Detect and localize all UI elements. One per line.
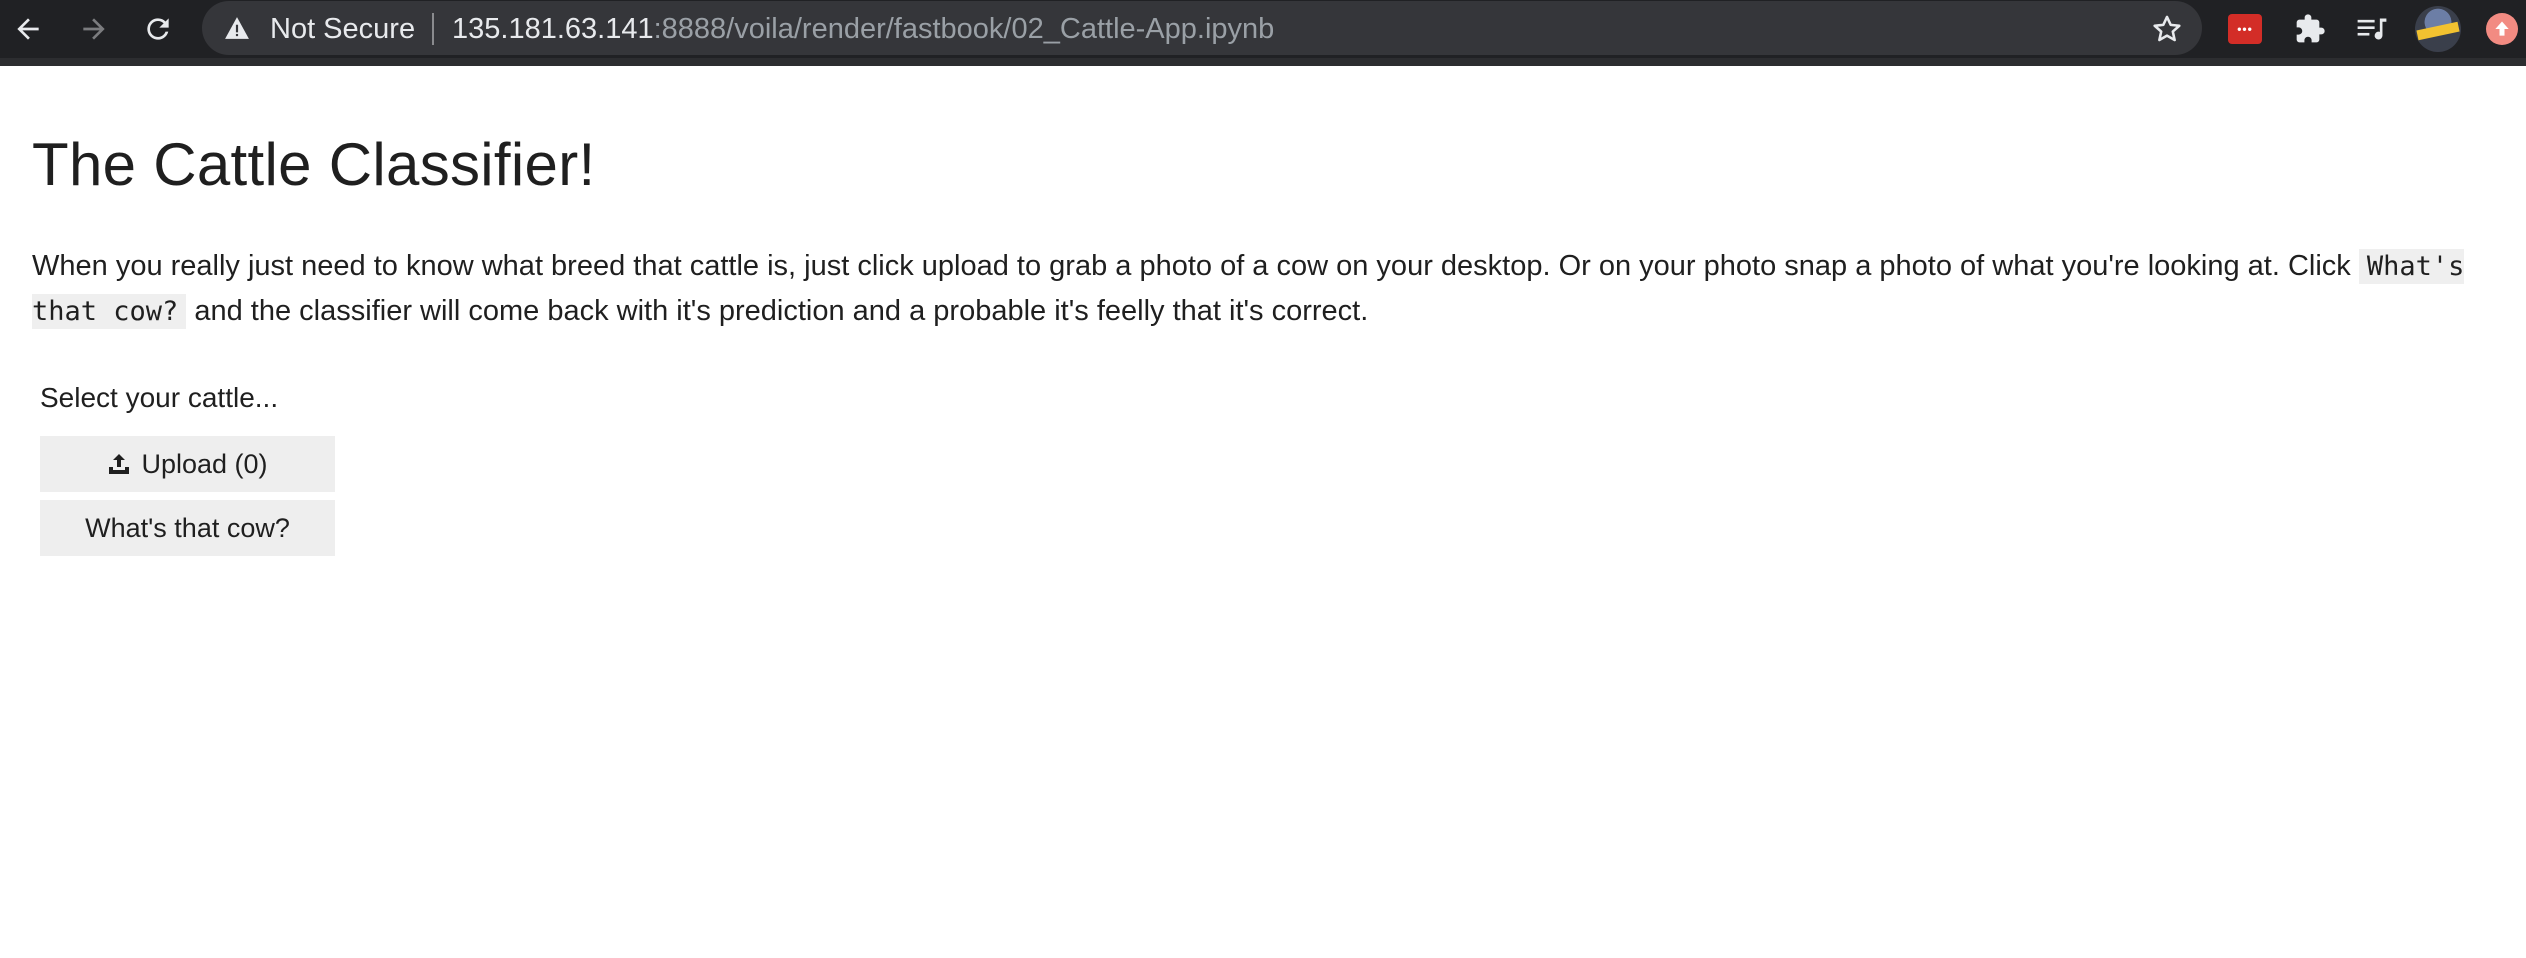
whats-that-cow-label: What's that cow? xyxy=(85,512,290,543)
media-queue-button[interactable] xyxy=(2354,11,2390,47)
address-bar[interactable]: Not Secure 135.181.63.141:8888/voila/ren… xyxy=(202,1,2202,55)
back-button[interactable] xyxy=(8,9,48,49)
extensions-button[interactable] xyxy=(2292,11,2328,47)
avatar[interactable] xyxy=(2415,6,2461,52)
warning-triangle-icon xyxy=(225,17,249,39)
upload-icon xyxy=(107,452,131,476)
whats-that-cow-button[interactable]: What's that cow? xyxy=(40,500,335,556)
url-host: 135.181.63.141 xyxy=(452,13,654,45)
arrow-left-icon xyxy=(17,18,39,40)
arrow-right-icon xyxy=(83,18,105,40)
puzzle-icon xyxy=(2296,14,2325,43)
url-path: :8888/voila/render/fastbook/02_Cattle-Ap… xyxy=(653,13,1275,45)
select-cattle-label: Select your cattle... xyxy=(40,382,279,413)
page-description: When you really just need to know what b… xyxy=(32,244,2492,334)
page-title: The Cattle Classifier! xyxy=(32,131,596,198)
description-text-1: When you really just need to know what b… xyxy=(32,250,2359,282)
star-icon[interactable] xyxy=(2150,12,2184,46)
upload-button-label: Upload (0) xyxy=(141,448,268,479)
media-queue-icon xyxy=(2357,18,2387,40)
url-text[interactable]: 135.181.63.141:8888/voila/render/fastboo… xyxy=(452,13,1274,45)
avatar-graphic xyxy=(2416,21,2460,41)
update-button[interactable] xyxy=(2486,13,2518,45)
lastpass-icon[interactable]: ••• xyxy=(2228,14,2262,44)
browser-toolbar: Not Secure 135.181.63.141:8888/voila/ren… xyxy=(0,0,2526,66)
update-arrow-icon xyxy=(2495,21,2509,36)
reload-icon xyxy=(147,18,169,40)
reload-button[interactable] xyxy=(138,9,178,49)
lastpass-dots: ••• xyxy=(2237,22,2253,36)
upload-button[interactable]: Upload (0) xyxy=(40,436,335,492)
description-text-2: and the classifier will come back with i… xyxy=(186,295,1369,327)
forward-button[interactable] xyxy=(74,9,114,49)
omnibox-divider xyxy=(432,13,434,45)
security-status[interactable]: Not Secure xyxy=(270,13,415,45)
